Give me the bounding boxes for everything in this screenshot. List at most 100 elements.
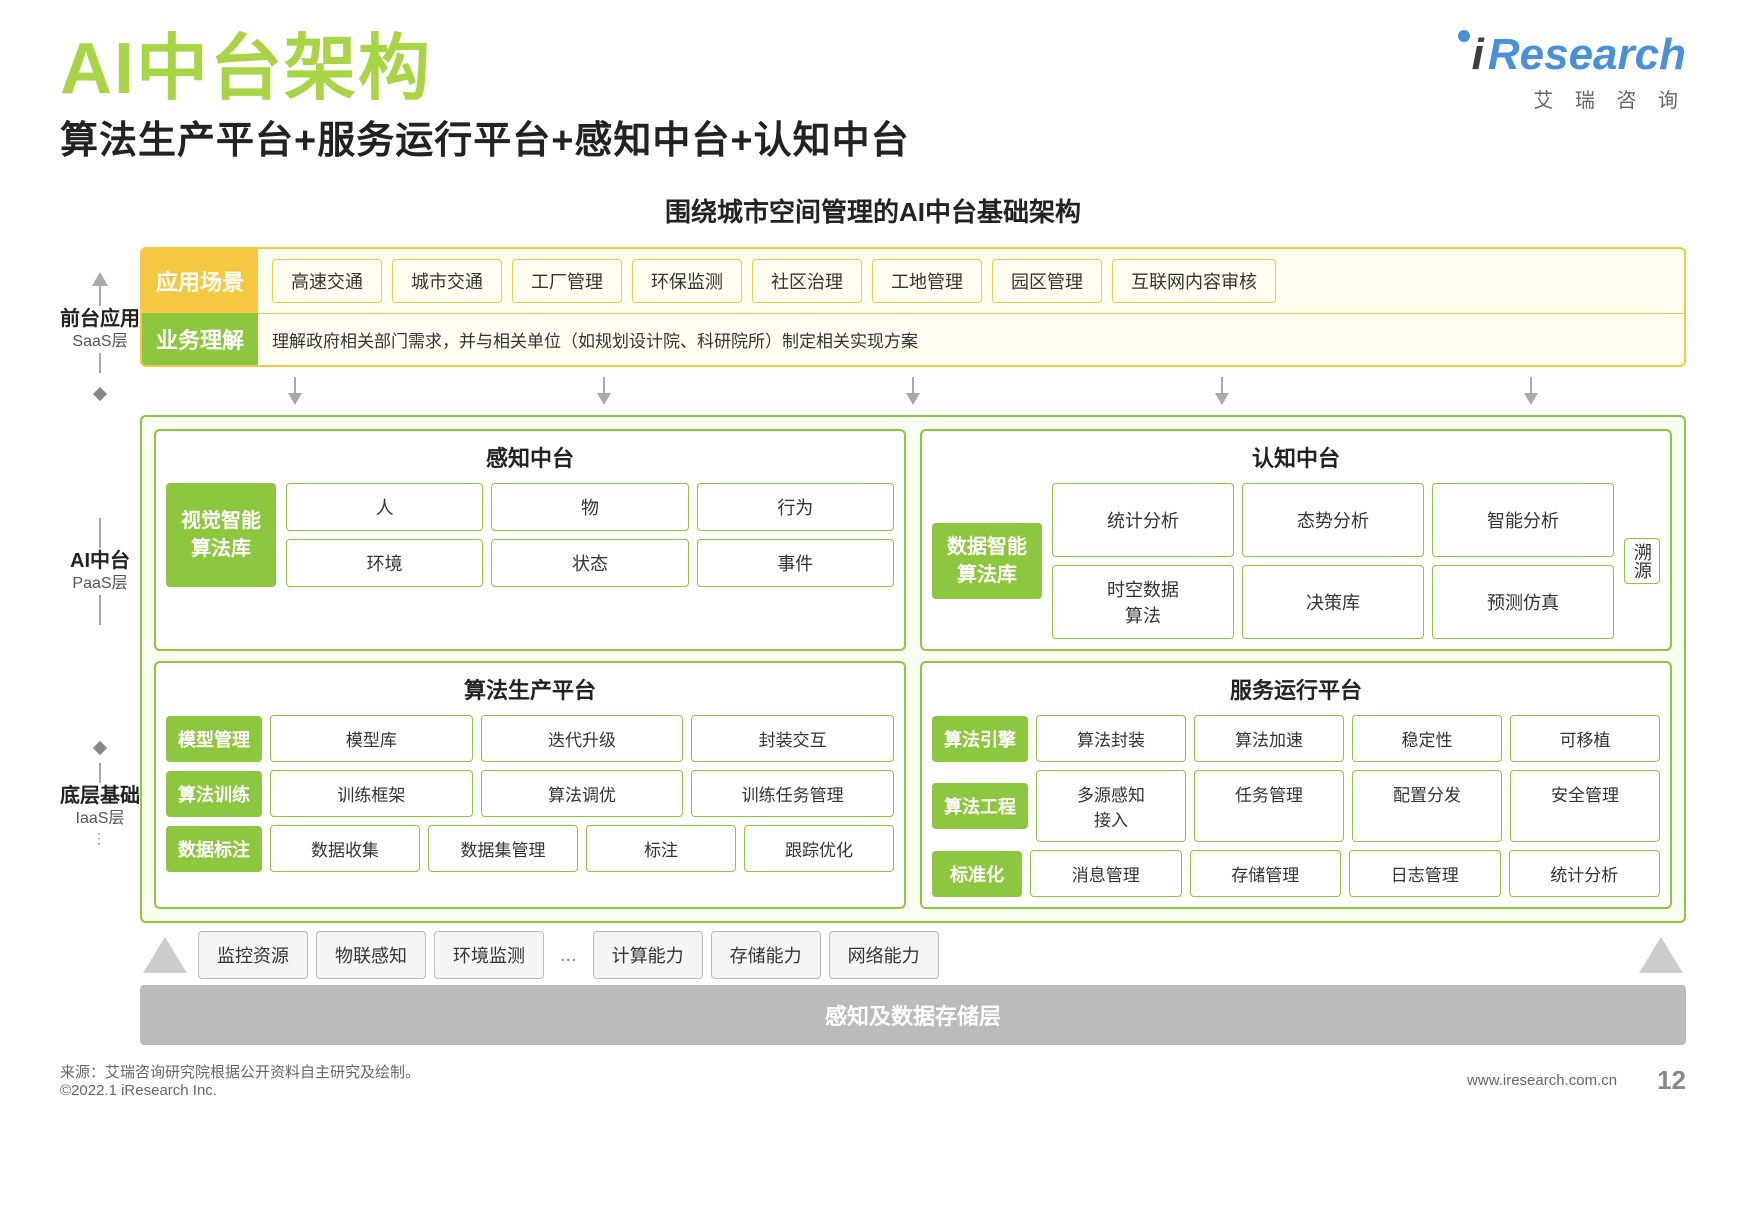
saas-label2: SaaS层 — [72, 332, 127, 353]
footer-right: www.iresearch.com.cn 12 — [1467, 1065, 1686, 1096]
website-text: www.iresearch.com.cn — [1467, 1072, 1617, 1089]
algo-cell-1-0: 训练框架 — [270, 770, 473, 817]
iaas-layer: 监控资源 物联感知 环境监测 ... 计算能力 存储能力 网络能力 感知及数据存… — [140, 931, 1686, 1045]
left-axis: 前台应用 SaaS层 AI中台 PaaS层 底层基础 IaaS层 ⋮ — [60, 247, 140, 1045]
app-tag-0: 高速交通 — [272, 259, 382, 303]
app-tag-5: 工地管理 — [872, 259, 982, 303]
cognition-inner: 数据智能算法库 统计分析 态势分析 智能分析 时空数据 算法 决策库 预测仿真 … — [932, 483, 1660, 639]
diagram-container: 前台应用 SaaS层 AI中台 PaaS层 底层基础 IaaS层 ⋮ — [60, 247, 1686, 1045]
service-block: 服务运行平台 算法引擎 算法封装 算法加速 稳定性 可移植 — [920, 661, 1672, 909]
iaas-ellipsis: ... — [552, 944, 585, 967]
service-cell-0-2: 稳定性 — [1352, 715, 1502, 762]
source-label: 溯源 — [1624, 538, 1660, 584]
service-row-0: 算法引擎 算法封装 算法加速 稳定性 可移植 — [932, 715, 1660, 762]
algo-cell-2-1: 数据集管理 — [428, 825, 578, 872]
axis-line2 — [99, 353, 101, 373]
app-tag-7: 互联网内容审核 — [1112, 259, 1276, 303]
sensing-grid: 人 物 行为 环境 状态 事件 — [286, 483, 894, 587]
cognition-cell-2: 智能分析 — [1432, 483, 1614, 557]
service-rows: 算法引擎 算法封装 算法加速 稳定性 可移植 算法工程 — [932, 715, 1660, 897]
iaas-cell-4: 计算能力 — [593, 931, 703, 979]
business-desc: 理解政府相关部门需求，并与相关单位（如规划设计院、科研院所）制定相关实现方案 — [258, 313, 1684, 365]
cognition-cell-3: 时空数据 算法 — [1052, 565, 1234, 639]
iaas-cell-2: 环境监测 — [434, 931, 544, 979]
service-label-1: 算法工程 — [932, 783, 1028, 829]
algo-cell-1-2: 训练任务管理 — [691, 770, 894, 817]
footer: 来源：艾瑞咨询研究院根据公开资料自主研究及绘制。 ©2022.1 iResear… — [60, 1061, 1686, 1099]
iaas-storage-label: 感知及数据存储层 — [140, 985, 1686, 1045]
service-cell-2-2: 日志管理 — [1349, 850, 1501, 897]
algo-cell-1-1: 算法调优 — [481, 770, 684, 817]
algo-row-2: 数据标注 数据收集 数据集管理 标注 跟踪优化 — [166, 825, 894, 872]
page: AI中台架构 算法生产平台+服务运行平台+感知中台+认知中台 iResearch… — [0, 0, 1746, 1232]
cognition-block: 认知中台 数据智能算法库 统计分析 态势分析 智能分析 时空数据 算法 决策库 … — [920, 429, 1672, 651]
app-tag-6: 园区管理 — [992, 259, 1102, 303]
arrow-up-icon — [92, 272, 108, 286]
sensing-algo-label: 视觉智能算法库 — [166, 483, 276, 587]
iaas-arrow-left — [140, 937, 190, 973]
algo-row-0: 模型管理 模型库 迭代升级 封装交互 — [166, 715, 894, 762]
cognition-cell-0: 统计分析 — [1052, 483, 1234, 557]
iaas-cell-0: 监控资源 — [198, 931, 308, 979]
iaas-label1: 底层基础 — [60, 783, 140, 809]
iaas-arrow-right — [1636, 937, 1686, 973]
copyright-text: ©2022.1 iResearch Inc. — [60, 1082, 420, 1099]
algo-cell-0-1: 迭代升级 — [481, 715, 684, 762]
cognition-cell-1: 态势分析 — [1242, 483, 1424, 557]
diamond-icon — [93, 387, 107, 401]
sensing-cell-0: 人 — [286, 483, 483, 531]
cognition-cell-4: 决策库 — [1242, 565, 1424, 639]
logo-brand: iResearch — [1472, 30, 1686, 80]
algo-cell-2-3: 跟踪优化 — [744, 825, 894, 872]
iaas-cell-1: 物联感知 — [316, 931, 426, 979]
algo-title: 算法生产平台 — [166, 673, 894, 705]
iaas-label2: IaaS层 — [76, 809, 125, 830]
saas-label1: 前台应用 — [60, 306, 140, 332]
service-label-2: 标准化 — [932, 851, 1022, 897]
algo-label-1: 算法训练 — [166, 771, 262, 817]
service-cell-2-0: 消息管理 — [1030, 850, 1182, 897]
algo-block: 算法生产平台 模型管理 模型库 迭代升级 封装交互 — [154, 661, 906, 909]
paas-layer: 感知中台 视觉智能算法库 人 物 行为 环境 状态 事件 — [140, 415, 1686, 923]
algo-label-2: 数据标注 — [166, 826, 262, 872]
cognition-title: 认知中台 — [932, 441, 1660, 473]
logo-dot — [1458, 30, 1470, 42]
service-row-2: 标准化 消息管理 存储管理 日志管理 统计分析 — [932, 850, 1660, 897]
service-cell-0-3: 可移植 — [1510, 715, 1660, 762]
algo-cell-0-2: 封装交互 — [691, 715, 894, 762]
diagram-main: 应用场景 高速交通 城市交通 工厂管理 环保监测 社区治理 工地管理 园区管理 … — [140, 247, 1686, 1045]
service-cell-1-2: 配置分发 — [1352, 770, 1502, 842]
sensing-cell-2: 行为 — [697, 483, 894, 531]
service-row-1: 算法工程 多源感知 接入 任务管理 配置分发 安全管理 — [932, 770, 1660, 842]
cognition-grid: 统计分析 态势分析 智能分析 时空数据 算法 决策库 预测仿真 — [1052, 483, 1614, 639]
sensing-cognition-row: 感知中台 视觉智能算法库 人 物 行为 环境 状态 事件 — [154, 429, 1672, 651]
big-arrow-up-right-icon — [1639, 937, 1683, 973]
service-cell-1-3: 安全管理 — [1510, 770, 1660, 842]
page-number: 12 — [1657, 1065, 1686, 1096]
service-cell-0-1: 算法加速 — [1194, 715, 1344, 762]
sensing-block: 感知中台 视觉智能算法库 人 物 行为 环境 状态 事件 — [154, 429, 906, 651]
algo-cell-2-2: 标注 — [586, 825, 736, 872]
service-cells-2: 消息管理 存储管理 日志管理 统计分析 — [1030, 850, 1660, 897]
apps-label: 应用场景 — [142, 249, 258, 313]
sensing-inner: 视觉智能算法库 人 物 行为 环境 状态 事件 — [166, 483, 894, 587]
saas-apps-row: 应用场景 高速交通 城市交通 工厂管理 环保监测 社区治理 工地管理 园区管理 … — [142, 249, 1684, 313]
axis-dots: ⋮ — [92, 830, 108, 847]
down-arrow-3 — [906, 377, 920, 405]
paas-label1: AI中台 — [70, 548, 130, 574]
arrows-row — [140, 375, 1686, 407]
iaas-cell-5: 存储能力 — [711, 931, 821, 979]
iaas-row1: 监控资源 物联感知 环境监测 ... 计算能力 存储能力 网络能力 — [140, 931, 1686, 979]
iaas-cells: 监控资源 物联感知 环境监测 ... 计算能力 存储能力 网络能力 — [198, 931, 1628, 979]
sensing-cell-4: 状态 — [491, 539, 688, 587]
diamond-icon2 — [93, 741, 107, 755]
service-cell-2-1: 存储管理 — [1190, 850, 1342, 897]
saas-layer: 应用场景 高速交通 城市交通 工厂管理 环保监测 社区治理 工地管理 园区管理 … — [140, 247, 1686, 367]
cognition-algo-label: 数据智能算法库 — [932, 523, 1042, 599]
cognition-cell-5: 预测仿真 — [1432, 565, 1614, 639]
logo-area: iResearch 艾 瑞 咨 询 — [1458, 30, 1686, 113]
algo-cells-0: 模型库 迭代升级 封装交互 — [270, 715, 894, 762]
algo-service-row: 算法生产平台 模型管理 模型库 迭代升级 封装交互 — [154, 661, 1672, 909]
apps-container: 高速交通 城市交通 工厂管理 环保监测 社区治理 工地管理 园区管理 互联网内容… — [258, 249, 1684, 313]
footer-left: 来源：艾瑞咨询研究院根据公开资料自主研究及绘制。 ©2022.1 iResear… — [60, 1061, 420, 1099]
